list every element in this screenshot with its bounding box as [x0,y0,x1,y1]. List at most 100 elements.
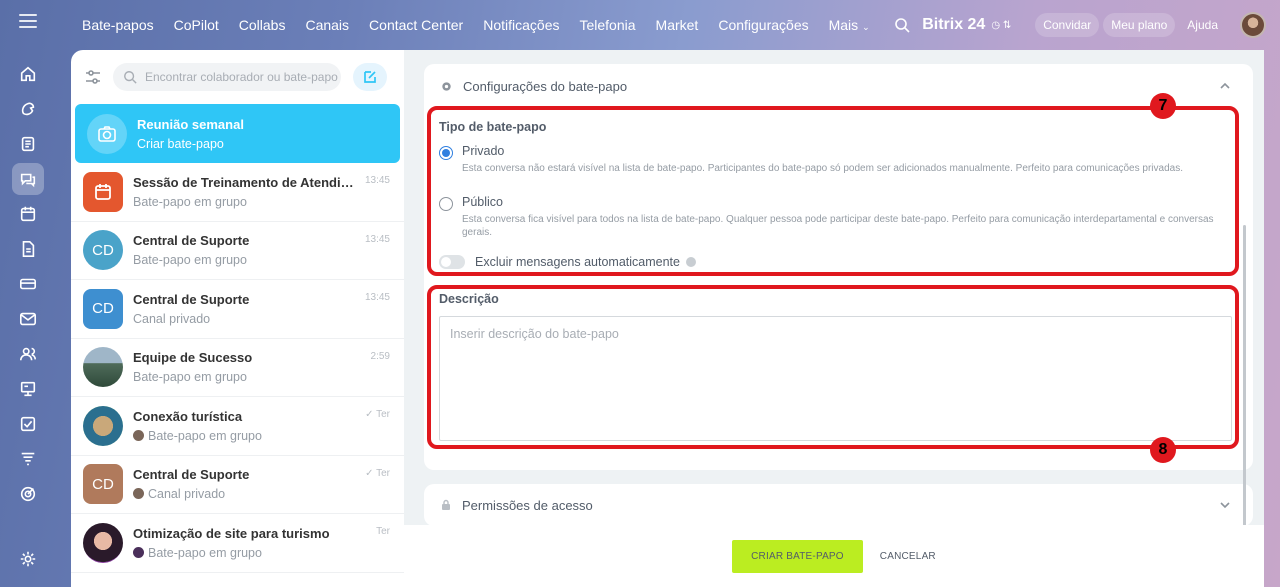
checklist-icon[interactable] [12,408,44,440]
chat-time: ✓ Ter [365,467,390,479]
chat-title: Conexão turística [133,408,243,424]
crm-icon[interactable] [12,268,44,300]
top-bar: Bate-papos CoPilot Collabs Canais Contac… [72,0,1280,50]
chat-time: 13:45 [364,233,390,245]
help-button[interactable]: Ajuda [1179,13,1226,37]
chat-title: Central de Suporte [133,467,250,483]
chat-item[interactable]: Sessão de Treinamento de Atendimento Bate… [71,163,404,222]
chat-item[interactable]: Otimização de site para turismo Bate-papo… [71,514,404,573]
chat-title: Sessão de Treinamento de Atendimento [133,174,380,190]
landscape-avatar [83,347,123,388]
annotation-badge-7: 7 [1150,93,1176,119]
scrollbar[interactable] [1243,225,1246,575]
permissions-card: Permissões de acesso [424,484,1253,526]
chat-item-selected[interactable]: Reunião semanal Criar bate-papo [75,104,400,163]
avatar: CD [83,464,123,505]
mini-avatar [133,546,144,558]
filter-icon[interactable] [12,443,44,475]
plan-button[interactable]: Meu plano [1103,13,1176,37]
contacts-icon[interactable] [12,338,44,370]
chat-list-panel: Encontrar colaborador ou bate-papo Reuni… [71,50,404,587]
chat-subtitle-text: Bate-papo em grupo [148,545,262,560]
avatar: CD [83,288,123,329]
chat-list-header: Encontrar colaborador ou bate-papo [71,50,404,104]
portrait-avatar [83,522,123,563]
camera-icon [87,113,127,154]
chat-subtitle-text: Canal privado [148,487,226,502]
target-icon[interactable] [12,478,44,510]
chat-time-text: Ter [376,467,390,479]
chat-subtitle: Criar bate-papo [137,136,224,151]
chat-item[interactable]: CD Central de Suporte Canal privado ✓ Ter [71,456,404,514]
brand-logo[interactable]: Bitrix 24 [922,16,985,34]
invite-button[interactable]: Convidar [1035,13,1100,37]
highlight-box-description [427,285,1239,449]
nav-more-label: Mais [828,17,859,33]
chat-search-input[interactable]: Encontrar colaborador ou bate-papo [113,63,341,91]
chat-time: 13:45 [364,292,390,303]
chevron-down-icon[interactable] [1219,499,1231,511]
chat-time: Ter [376,526,390,537]
create-chat-button[interactable]: CRIAR BATE-PAPO [732,539,863,573]
chat-subtitle: Bate-papo em grupo [133,370,247,385]
user-avatar[interactable] [1240,12,1266,38]
highlight-box-chat-type [427,106,1239,276]
nav-item-market[interactable]: Market [656,17,699,33]
nav-item-notificacoes[interactable]: Notificações [483,17,559,33]
nav-item-mais[interactable]: Mais ⌄ [829,17,870,33]
avatar: CD [83,230,123,271]
permissions-header[interactable]: Permissões de acesso [424,484,1253,526]
chat-item[interactable]: Equipe de Sucesso Bate-papo em grupo 2:59 [71,339,404,397]
nav-item-contact-center[interactable]: Contact Center [369,17,463,33]
lock-icon [442,499,450,510]
chat-item[interactable]: CD Central de Suporte Bate-papo em grupo … [71,222,404,280]
presentation-icon[interactable] [12,373,44,405]
chat-item[interactable]: Conexão turística Bate-papo em grupo ✓ Te… [71,397,404,456]
home-icon[interactable] [12,58,44,90]
chat-title: Reunião semanal [137,116,244,132]
chat-title: Central de Suporte [133,291,250,307]
nav-item-configuracoes[interactable]: Configurações [718,17,808,33]
calendar-avatar-icon [83,171,123,212]
chat-time: ✓ Ter [365,409,390,420]
chat-subtitle: Bate-papo em grupo [133,429,392,443]
chat-title: Equipe de Sucesso [133,350,253,366]
nav-item-collabs[interactable]: Collabs [239,17,286,33]
docs-icon[interactable] [12,233,44,265]
cancel-button[interactable]: CANCELAR [880,551,936,562]
settings-icon[interactable] [12,543,44,575]
nav-item-bate-papos[interactable]: Bate-papos [82,17,154,33]
badge-avatar [83,405,123,446]
search-icon [124,71,137,84]
chat-subtitle: Bate-papo em grupo [133,253,247,268]
chat-subtitle: Canal privado [133,487,392,501]
chevron-down-icon: ⌄ [862,22,870,32]
nav-item-canais[interactable]: Canais [305,17,349,33]
compose-icon [364,71,376,83]
chat-item[interactable]: CD Central de Suporte Canal privado 13:45 [71,280,404,339]
calendar-icon[interactable] [12,198,44,230]
mail-icon[interactable] [12,303,44,335]
chat-icon[interactable] [12,163,44,195]
hamburger-menu-icon[interactable] [19,14,37,28]
sliders-icon[interactable] [83,67,103,87]
chat-subtitle-text: Bate-papo em grupo [148,428,262,443]
tasks-icon[interactable] [12,128,44,160]
annotation-badge-8: 8 [1150,437,1176,463]
form-footer: CRIAR BATE-PAPO CANCELAR [404,525,1264,587]
chevron-up-icon[interactable] [1219,80,1231,92]
chat-time: 2:59 [370,350,390,362]
chat-settings-header[interactable]: Configurações do bate-papo [424,64,1253,108]
search-placeholder: Encontrar colaborador ou bate-papo [145,70,338,84]
chat-title: Otimização de site para turismo [133,525,330,541]
clock-icon: ◷ ⇅ [991,19,1012,31]
mini-avatar [133,488,144,500]
feed-icon[interactable] [12,93,44,125]
left-rail [0,0,56,587]
chat-subtitle: Bate-papo em grupo [133,546,392,560]
search-icon[interactable] [894,17,910,33]
compose-button[interactable] [353,63,387,91]
nav-item-telefonia[interactable]: Telefonia [579,17,635,33]
nav-item-copilot[interactable]: CoPilot [174,17,219,33]
chat-subtitle: Canal privado [133,311,211,326]
